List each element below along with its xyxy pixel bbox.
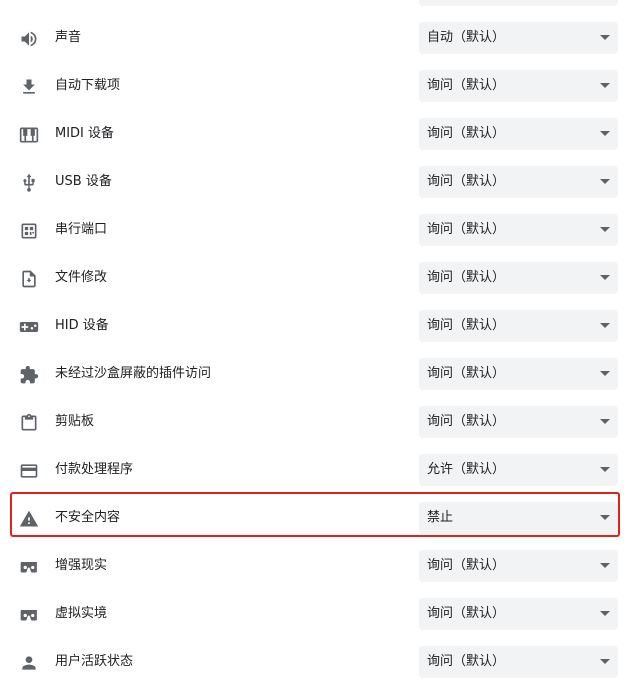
- setting-row-payment-handlers: 付款处理程序 允许（默认）: [0, 446, 631, 494]
- setting-select[interactable]: 询问（默认）: [419, 550, 618, 582]
- chevron-down-icon: [600, 419, 610, 424]
- setting-select-value: 允许（默认）: [427, 462, 506, 477]
- setting-row-auto-downloads: 自动下载项 询问（默认）: [0, 62, 631, 110]
- puzzle-icon: [18, 364, 40, 386]
- setting-select[interactable]: 自动（默认）: [419, 22, 618, 54]
- setting-row-sound: 声音 自动（默认）: [0, 14, 631, 62]
- setting-label: 虚拟实境: [55, 606, 108, 621]
- setting-select-value: 询问（默认）: [427, 78, 506, 93]
- gamepad-icon: [18, 316, 40, 338]
- chevron-down-icon: [600, 275, 610, 280]
- setting-label: HID 设备: [55, 318, 109, 333]
- warning-icon: [18, 508, 40, 530]
- setting-select[interactable]: 询问（默认）: [419, 310, 618, 342]
- setting-select[interactable]: 询问（默认）: [419, 70, 618, 102]
- setting-select-value: 询问（默认）: [427, 654, 506, 669]
- setting-select-value: 询问（默认）: [427, 270, 506, 285]
- setting-select-value: 询问（默认）: [427, 606, 506, 621]
- setting-label: 未经过沙盒屏蔽的插件访问: [55, 366, 212, 381]
- chevron-down-icon: [600, 323, 610, 328]
- setting-select-value: 自动（默认）: [427, 30, 506, 45]
- chevron-down-icon: [600, 227, 610, 232]
- setting-label: MIDI 设备: [55, 126, 115, 141]
- setting-row-unsandboxed-plugins: 未经过沙盒屏蔽的插件访问 询问（默认）: [0, 350, 631, 398]
- setting-row-hid: HID 设备 询问（默认）: [0, 302, 631, 350]
- setting-select[interactable]: 询问（默认）: [419, 214, 618, 246]
- piano-icon: [18, 124, 40, 146]
- setting-select[interactable]: 允许（默认）: [419, 454, 618, 486]
- chevron-down-icon: [600, 611, 610, 616]
- setting-select[interactable]: 询问（默认）: [419, 262, 618, 294]
- setting-select[interactable]: 询问（默认）: [419, 118, 618, 150]
- download-icon: [18, 76, 40, 98]
- vr-headset-icon: [18, 556, 40, 578]
- usb-icon: [18, 172, 40, 194]
- setting-row-serial-ports: 串行端口 询问（默认）: [0, 206, 631, 254]
- setting-select-value: 禁止: [427, 510, 454, 525]
- clipboard-icon: [18, 412, 40, 434]
- setting-label: 不安全内容: [55, 510, 121, 525]
- serial-port-icon: [18, 220, 40, 242]
- setting-select-value: 询问（默认）: [427, 414, 506, 429]
- setting-select-value: 询问（默认）: [427, 318, 506, 333]
- setting-label: 文件修改: [55, 270, 108, 285]
- chevron-down-icon: [600, 659, 610, 664]
- setting-label: 自动下载项: [55, 78, 121, 93]
- setting-label: 付款处理程序: [55, 462, 134, 477]
- chevron-down-icon: [600, 467, 610, 472]
- setting-select[interactable]: 询问（默认）: [419, 166, 618, 198]
- chevron-down-icon: [600, 515, 610, 520]
- person-icon: [18, 652, 40, 674]
- setting-select-value: 询问（默认）: [427, 366, 506, 381]
- vr-headset-icon: [18, 604, 40, 626]
- setting-select[interactable]: 询问（默认）: [419, 358, 618, 390]
- setting-select[interactable]: 询问（默认）: [419, 598, 618, 630]
- file-edit-icon: [18, 268, 40, 290]
- setting-label: 增强现实: [55, 558, 108, 573]
- setting-select-value: 询问（默认）: [427, 174, 506, 189]
- setting-row-virtual-reality: 虚拟实境 询问（默认）: [0, 590, 631, 638]
- setting-label: 剪贴板: [55, 414, 95, 429]
- previous-dropdown-edge[interactable]: [419, 0, 618, 6]
- setting-select-value: 询问（默认）: [427, 126, 506, 141]
- chevron-down-icon: [600, 83, 610, 88]
- volume-icon: [18, 28, 40, 50]
- setting-select[interactable]: 询问（默认）: [419, 646, 618, 678]
- setting-select[interactable]: 禁止: [419, 502, 618, 534]
- setting-row-idle-detection: 用户活跃状态 询问（默认）: [0, 638, 631, 686]
- setting-row-insecure-content: 不安全内容 禁止: [0, 494, 631, 542]
- setting-select-value: 询问（默认）: [427, 558, 506, 573]
- chevron-down-icon: [600, 179, 610, 184]
- chevron-down-icon: [600, 35, 610, 40]
- setting-row-clipboard: 剪贴板 询问（默认）: [0, 398, 631, 446]
- chevron-down-icon: [600, 563, 610, 568]
- setting-row-file-editing: 文件修改 询问（默认）: [0, 254, 631, 302]
- setting-row-midi: MIDI 设备 询问（默认）: [0, 110, 631, 158]
- setting-label: USB 设备: [55, 174, 112, 189]
- setting-label: 声音: [55, 30, 82, 45]
- credit-card-icon: [18, 460, 40, 482]
- setting-select-value: 询问（默认）: [427, 222, 506, 237]
- chevron-down-icon: [600, 371, 610, 376]
- setting-label: 串行端口: [55, 222, 108, 237]
- chevron-down-icon: [600, 131, 610, 136]
- setting-label: 用户活跃状态: [55, 654, 134, 669]
- setting-row-usb: USB 设备 询问（默认）: [0, 158, 631, 206]
- setting-row-augmented-reality: 增强现实 询问（默认）: [0, 542, 631, 590]
- setting-select[interactable]: 询问（默认）: [419, 406, 618, 438]
